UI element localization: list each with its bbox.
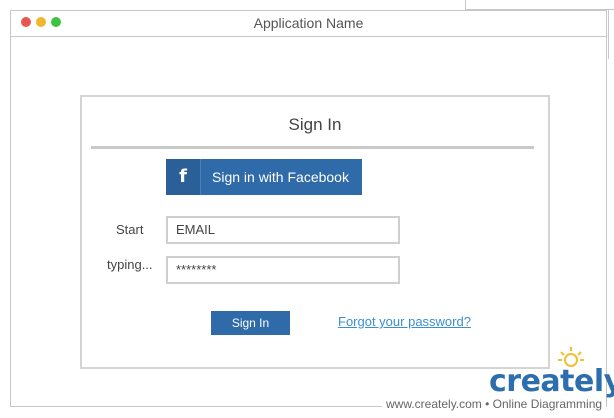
creately-logo: creately [489,364,614,399]
watermark-footer: www.creately.com • Online Diagramming [382,397,607,411]
facebook-icon-box: f [166,159,201,195]
email-field[interactable]: EMAIL [166,216,400,244]
title-divider [91,146,534,149]
facebook-signin-label: Sign in with Facebook [212,169,349,185]
background-line [608,9,609,59]
title-bar: Application Name [11,11,606,37]
sign-in-button[interactable]: Sign In [211,311,290,335]
facebook-icon: f [179,166,187,187]
email-label: Start [116,222,144,237]
facebook-signin-button[interactable]: f Sign in with Facebook [166,159,362,195]
window-title: Application Name [253,15,364,31]
panel-title: Sign In [288,115,342,134]
forgot-password-link[interactable]: Forgot your password? [338,314,471,329]
password-field[interactable]: ******** [166,256,400,284]
sign-in-panel: Sign In f Sign in with Facebook Start EM… [80,95,550,369]
password-label: typing... [107,257,153,272]
